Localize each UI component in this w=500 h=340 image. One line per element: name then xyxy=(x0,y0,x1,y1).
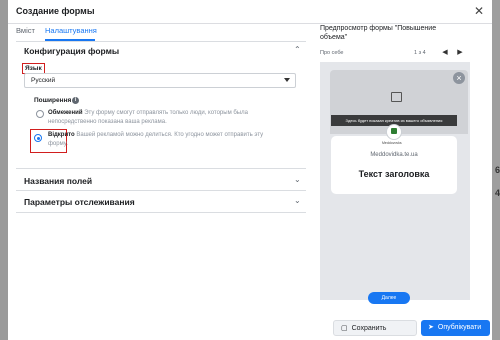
language-select-value: Русский xyxy=(31,77,56,84)
next-arrow-icon[interactable]: ▶ xyxy=(455,47,465,58)
option-open-desc-2: форму. xyxy=(48,141,68,147)
option-open-label: Відкрито xyxy=(48,132,75,138)
divider xyxy=(16,212,306,213)
headline-text: Текст заголовка xyxy=(358,169,430,179)
page-backdrop-right: 6 4 xyxy=(492,0,500,340)
brand-logo-mark xyxy=(391,128,397,134)
preview-step-name: Про себе xyxy=(320,50,344,56)
distribution-label: Поширення xyxy=(34,97,72,104)
language-select[interactable]: Русский xyxy=(24,73,296,88)
divider xyxy=(16,41,306,42)
site-url: Meddovidka.te.ua xyxy=(370,152,418,158)
radio-restricted[interactable] xyxy=(36,110,44,118)
send-icon: ➤ xyxy=(428,324,434,331)
chevron-up-icon[interactable]: ⌃ xyxy=(294,45,301,54)
divider xyxy=(16,168,306,169)
preview-page-indicator: 1 з 4 xyxy=(414,50,426,56)
close-icon[interactable]: ✕ xyxy=(474,4,484,18)
preview-title: Предпросмотр формы "Повышение объема" xyxy=(320,24,470,42)
brand-name: Meddovovks xyxy=(382,141,402,145)
chevron-down-icon[interactable]: ⌄ xyxy=(294,196,301,205)
publish-label: Опублікувати xyxy=(437,324,482,331)
option-open-desc: Вашей рекламой можно делиться. Кто угодн… xyxy=(76,132,264,138)
option-restricted-desc-2: непосредственно показана ваша реклама. xyxy=(48,119,167,125)
option-restricted-label: Обмежений xyxy=(48,110,83,116)
page-backdrop-left xyxy=(0,0,8,340)
option-restricted: Обмежений Эту форму смогут отправлять то… xyxy=(48,109,298,127)
document-icon: ▢ xyxy=(341,325,348,332)
divider xyxy=(16,190,306,191)
preview-next-button[interactable]: Далее xyxy=(368,292,410,304)
preview-title-line1: Предпросмотр формы "Повышение xyxy=(320,25,437,32)
tab-settings[interactable]: Налаштування xyxy=(45,26,97,35)
option-restricted-desc: Эту форму смогут отправлять только люди,… xyxy=(84,110,248,116)
close-icon[interactable]: × xyxy=(453,72,465,84)
prev-arrow-icon[interactable]: ◀ xyxy=(440,47,450,58)
publish-button[interactable]: ➤ Опублікувати xyxy=(421,320,490,336)
radio-open[interactable] xyxy=(34,134,42,142)
modal-header: Создание формы ✕ xyxy=(8,0,492,24)
info-icon[interactable]: i xyxy=(72,97,79,104)
preview-title-line2: объема" xyxy=(320,34,348,41)
dropdown-arrow-icon xyxy=(284,78,290,82)
tracking-section[interactable]: Параметры отслеживания xyxy=(24,197,135,207)
background-digit: 4 xyxy=(494,188,500,198)
form-config-title: Конфигурация формы xyxy=(24,46,120,56)
image-icon xyxy=(391,92,402,102)
chevron-down-icon[interactable]: ⌄ xyxy=(294,175,301,184)
save-draft-button[interactable]: ▢Сохранить черновик xyxy=(333,320,417,336)
option-open: Відкрито Вашей рекламой можно делиться. … xyxy=(48,131,298,149)
tab-content[interactable]: Вміст xyxy=(16,26,35,35)
background-digit: 6 xyxy=(494,165,500,175)
field-names-section[interactable]: Названия полей xyxy=(24,176,92,186)
modal-title: Создание формы xyxy=(16,6,95,16)
